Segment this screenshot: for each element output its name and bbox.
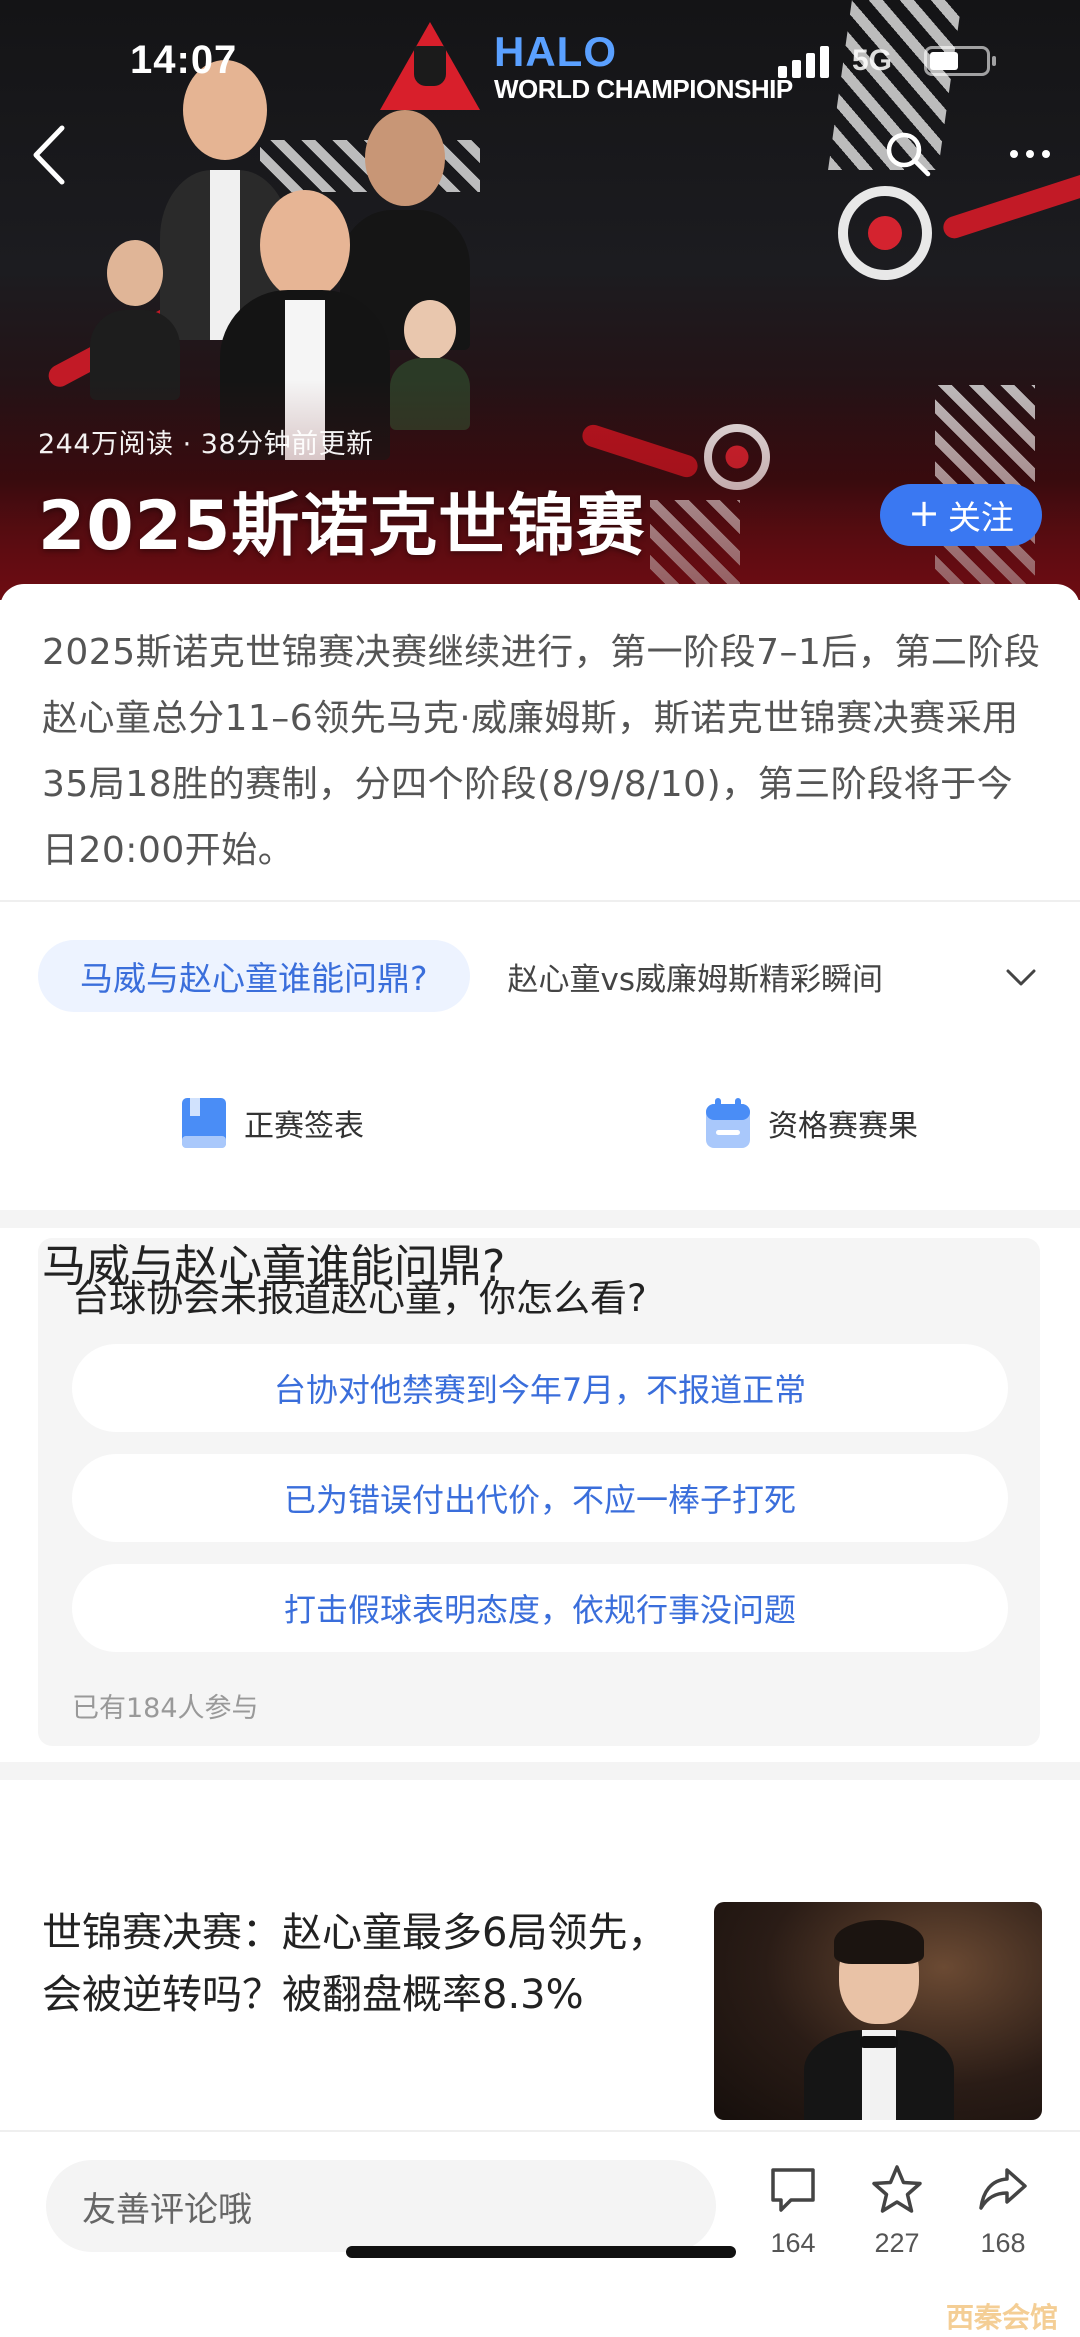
article-thumbnail [714,1902,1042,2120]
page-title: 2025斯诺克世锦赛 [38,487,646,566]
more-options-button[interactable] [1000,126,1060,182]
halo-world-championship-logo: HALO WORLD CHAMPIONSHIP [380,22,793,112]
chevron-left-icon [33,125,65,185]
read-count-meta: 244万阅读 · 38分钟前更新 [38,429,374,460]
dot-icon [1010,150,1018,158]
poll-option[interactable]: 台协对他禁赛到今年7月，不报道正常 [72,1344,1008,1432]
share-count: 168 [980,2228,1026,2258]
share-icon [979,2168,1027,2210]
topic-link[interactable]: 赵心童vs威廉姆斯精彩瞬间 [508,954,884,999]
comments-button[interactable]: 164 [748,2162,838,2259]
dot-icon [1026,150,1034,158]
back-button[interactable] [26,120,76,190]
section-divider [0,1210,1080,1228]
shortcut-label: 资格赛赛果 [768,1109,918,1144]
logo-line2: WORLD CHAMPIONSHIP [494,74,793,104]
topic-tabs: 马威与赵心童谁能问鼎? 赵心童vs威廉姆斯精彩瞬间 [38,940,1048,1012]
logo-line1: HALO [494,28,617,75]
star-icon [872,2165,922,2213]
poll-card: 台球协会未报道赵心童，你怎么看? 台协对他禁赛到今年7月，不报道正常 已为错误付… [38,1238,1040,1746]
share-button[interactable]: 168 [958,2162,1048,2259]
search-button[interactable] [880,126,936,182]
home-indicator [346,2246,736,2258]
favorite-count: 227 [874,2228,920,2258]
favorite-button[interactable]: 227 [852,2162,942,2259]
comment-count: 164 [770,2228,816,2258]
status-time: 14:07 [130,38,238,82]
bottom-action-bar: 友善评论哦 164 227 168 [0,2130,1080,2337]
follow-button[interactable]: + 关注 [880,484,1042,546]
chevron-down-icon[interactable] [1004,960,1038,994]
search-icon [886,132,931,177]
section-divider [0,1762,1080,1780]
divider [0,900,1080,902]
battery-icon [924,46,996,76]
shortcut-label: 正赛签表 [244,1109,364,1144]
poll-participants: 已有184人参与 [72,1693,259,1724]
player-photo [804,1920,954,2120]
target-ring-decoration [838,186,932,280]
comment-icon [771,2168,815,2212]
qualifier-results-shortcut[interactable]: 资格赛赛果 [704,1096,918,1150]
comment-input[interactable]: 友善评论哦 [46,2160,716,2252]
topic-summary: 2025斯诺克世锦赛决赛继续进行，第一阶段7–1后，第二阶段赵心童总分11–6领… [42,632,1041,871]
hero-banner: 14:07 5G HALO WORLD CHAMPIONSHIP 244万阅读 … [0,0,1080,600]
poll-option[interactable]: 已为错误付出代价，不应一棒子打死 [72,1454,1008,1542]
follow-label: 关注 [947,498,1014,537]
book-icon [180,1096,228,1150]
content-card: 2025斯诺克世锦赛决赛继续进行，第一阶段7–1后，第二阶段赵心童总分11–6领… [0,584,1080,2144]
section-title: 马威与赵心童谁能问鼎? [42,1241,506,1292]
article-item[interactable]: 世锦赛决赛：赵心童最多6局领先，会被逆转吗？被翻盘概率8.3% [42,1902,1042,2122]
plus-icon: + [908,491,940,535]
calendar-icon [704,1096,752,1150]
watermark: 西秦会馆 [946,2301,1059,2334]
network-type: 5G [852,44,893,77]
topic-chip-active[interactable]: 马威与赵心童谁能问鼎? [38,940,470,1012]
trophy-icon [380,22,480,112]
poll-option[interactable]: 打击假球表明态度，依规行事没问题 [72,1564,1008,1652]
draw-shortcut[interactable]: 正赛签表 [180,1096,364,1150]
dot-icon [1042,150,1050,158]
article-title: 世锦赛决赛：赵心童最多6局领先，会被逆转吗？被翻盘概率8.3% [42,1910,668,2018]
